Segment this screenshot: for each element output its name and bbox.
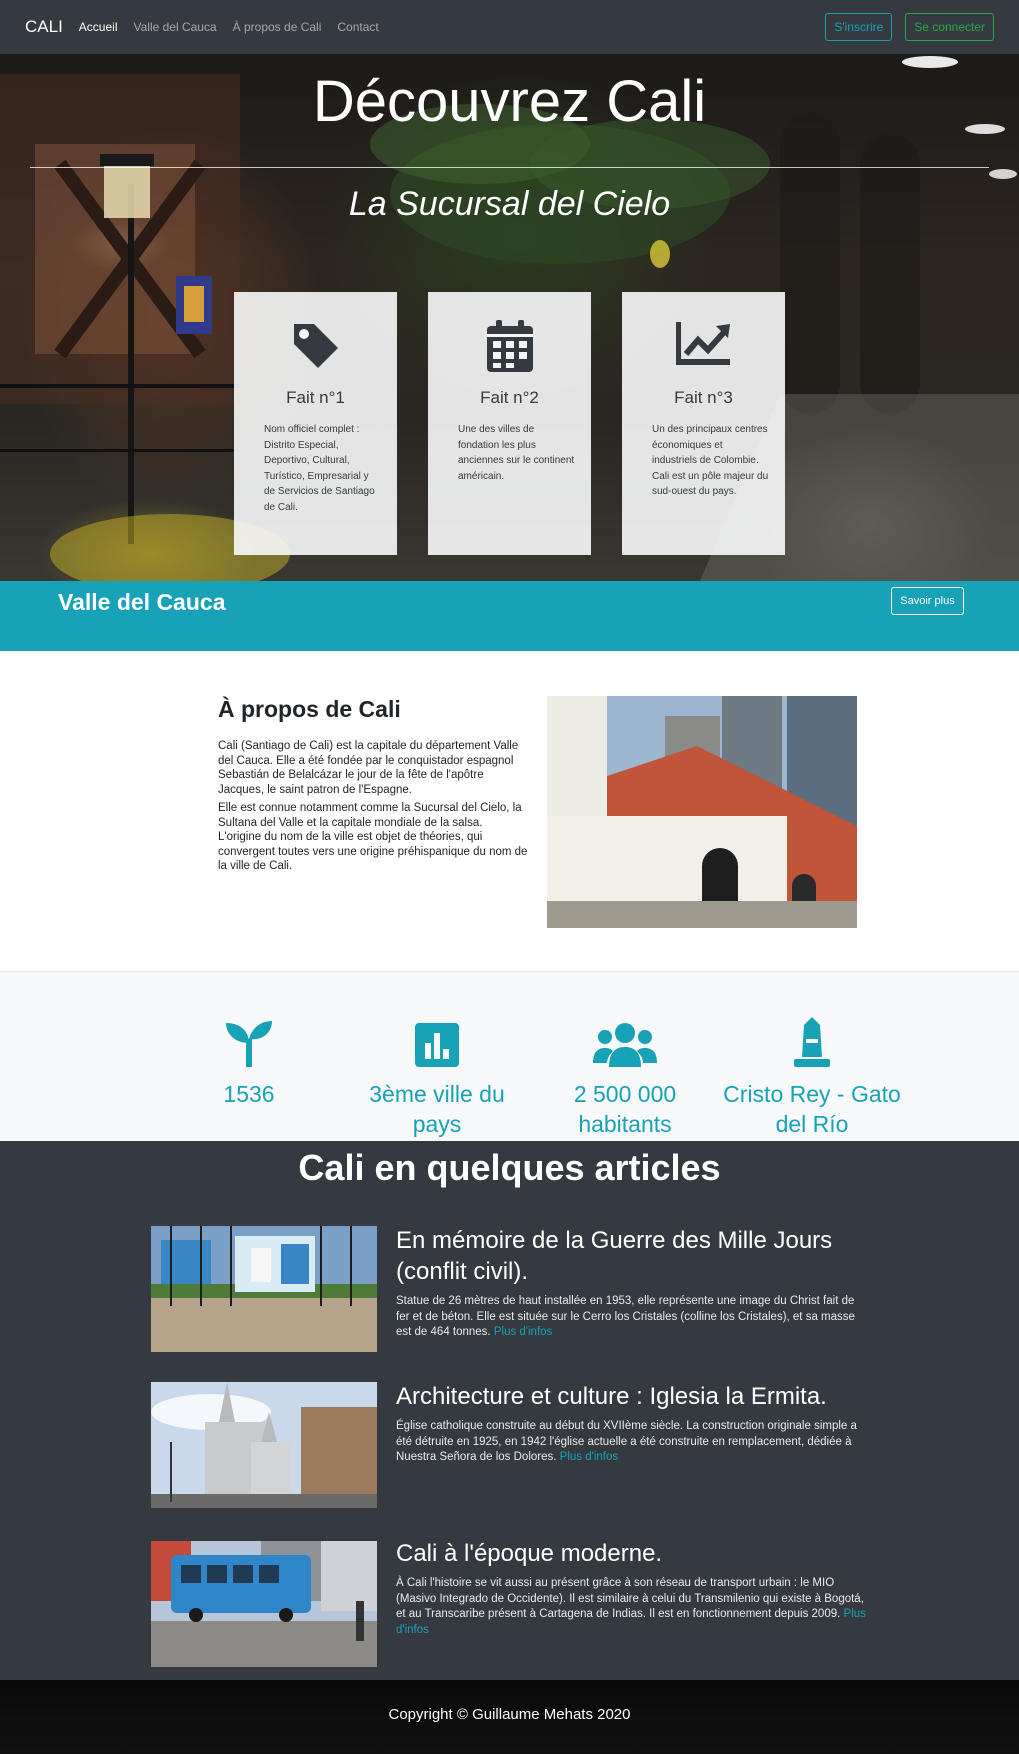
fact-title-2: Fait n°2 <box>480 388 539 407</box>
article-title-1: En mémoire de la Guerre des Mille Jours … <box>396 1227 833 1285</box>
hero-title: Découvrez Cali <box>312 69 707 134</box>
about-paragraph-2: Elle est connue notamment comme la Sucur… <box>218 802 528 872</box>
chart-bar-icon <box>342 1017 532 1067</box>
stat-label-3: 2 500 000 habitants <box>573 1081 677 1137</box>
nav-auth-group: S'inscrire Se connecter <box>825 13 994 41</box>
stat-label-4: Cristo Rey - Gato del Río <box>723 1081 901 1137</box>
brand-logo[interactable]: CALI <box>25 17 63 37</box>
about-title: À propos de Cali <box>218 696 401 722</box>
hero-section: Découvrez Cali La Sucursal del Cielo Fai… <box>0 54 1019 581</box>
article-title-2: Architecture et culture : Iglesia la Erm… <box>396 1383 827 1410</box>
hero-divider <box>30 167 989 168</box>
nav-link-accueil[interactable]: Accueil <box>79 20 118 34</box>
fact-card-3: Fait n°3 Un des principaux centres écono… <box>622 292 785 555</box>
about-paragraph-1: Cali (Santiago de Cali) est la capitale … <box>218 740 519 796</box>
articles-section: Cali en quelques articles En mémoire de … <box>0 1141 1019 1680</box>
footer: Copyright © Guillaume Mehats 2020 <box>0 1680 1019 1754</box>
article-image-3 <box>151 1541 377 1667</box>
article-image-1 <box>151 1226 377 1352</box>
nav-link-a-propos[interactable]: À propos de Cali <box>233 20 322 34</box>
stat-item-3: 2 500 000 habitants <box>530 1017 720 1139</box>
stat-item-1: 1536 <box>154 1017 344 1109</box>
nav-link-contact[interactable]: Contact <box>337 20 378 34</box>
login-button[interactable]: Se connecter <box>905 13 994 41</box>
stat-item-4: Cristo Rey - Gato del Río <box>717 1017 907 1139</box>
seedling-icon <box>154 1017 344 1067</box>
article-text-2: Église catholique construite au début du… <box>396 1419 866 1466</box>
article-body-1: Statue de 26 mètres de haut installée en… <box>396 1295 855 1338</box>
article-title-3: Cali à l'époque moderne. <box>396 1540 663 1567</box>
fact-text-3: Un des principaux centres économiques et… <box>652 424 769 497</box>
fact-card-1: Fait n°1 Nom officiel complet : Distrito… <box>234 292 397 555</box>
tag-icon <box>234 320 397 372</box>
fact-text-1: Nom officiel complet : Distrito Especial… <box>264 424 375 513</box>
savoir-plus-button[interactable]: Savoir plus <box>891 587 964 615</box>
church-photo <box>547 696 857 928</box>
about-section: À propos de Cali Cali (Santiago de Cali)… <box>0 651 1019 971</box>
stat-label-2: 3ème ville du pays <box>369 1081 505 1137</box>
stat-item-2: 3ème ville du pays <box>342 1017 532 1139</box>
valle-title: Valle del Cauca <box>58 589 226 615</box>
fact-title-1: Fait n°1 <box>286 388 345 407</box>
monument-icon <box>717 1017 907 1067</box>
article-body-2: Église catholique construite au début du… <box>396 1420 857 1463</box>
fact-text-2: Une des villes de fondation les plus anc… <box>458 424 575 482</box>
signup-button[interactable]: S'inscrire <box>825 13 893 41</box>
chart-line-icon <box>622 320 785 366</box>
article-link-2[interactable]: Plus d'infos <box>560 1451 618 1463</box>
stat-label-1: 1536 <box>223 1081 275 1107</box>
article-body-3: À Cali l'histoire se vit aussi au présen… <box>396 1577 864 1620</box>
users-icon <box>530 1017 720 1067</box>
article-text-3: À Cali l'histoire se vit aussi au présen… <box>396 1576 866 1638</box>
fact-card-2: Fait n°2 Une des villes de fondation les… <box>428 292 591 555</box>
stats-section: 1536 3ème ville du pays 2 500 000 habita… <box>0 971 1019 1141</box>
calendar-icon <box>428 320 591 372</box>
valle-banner: Valle del Cauca Savoir plus <box>0 581 1019 651</box>
navbar: CALI Accueil Valle del Cauca À propos de… <box>0 0 1019 54</box>
articles-title: Cali en quelques articles <box>298 1147 721 1188</box>
footer-copyright: Copyright © Guillaume Mehats 2020 <box>388 1706 631 1723</box>
fact-title-3: Fait n°3 <box>674 388 733 407</box>
article-text-1: Statue de 26 mètres de haut installée en… <box>396 1294 866 1341</box>
hero-subtitle: La Sucursal del Cielo <box>348 185 671 223</box>
article-image-2 <box>151 1382 377 1508</box>
article-link-1[interactable]: Plus d'infos <box>494 1326 552 1338</box>
nav-link-valle-del-cauca[interactable]: Valle del Cauca <box>133 20 216 34</box>
